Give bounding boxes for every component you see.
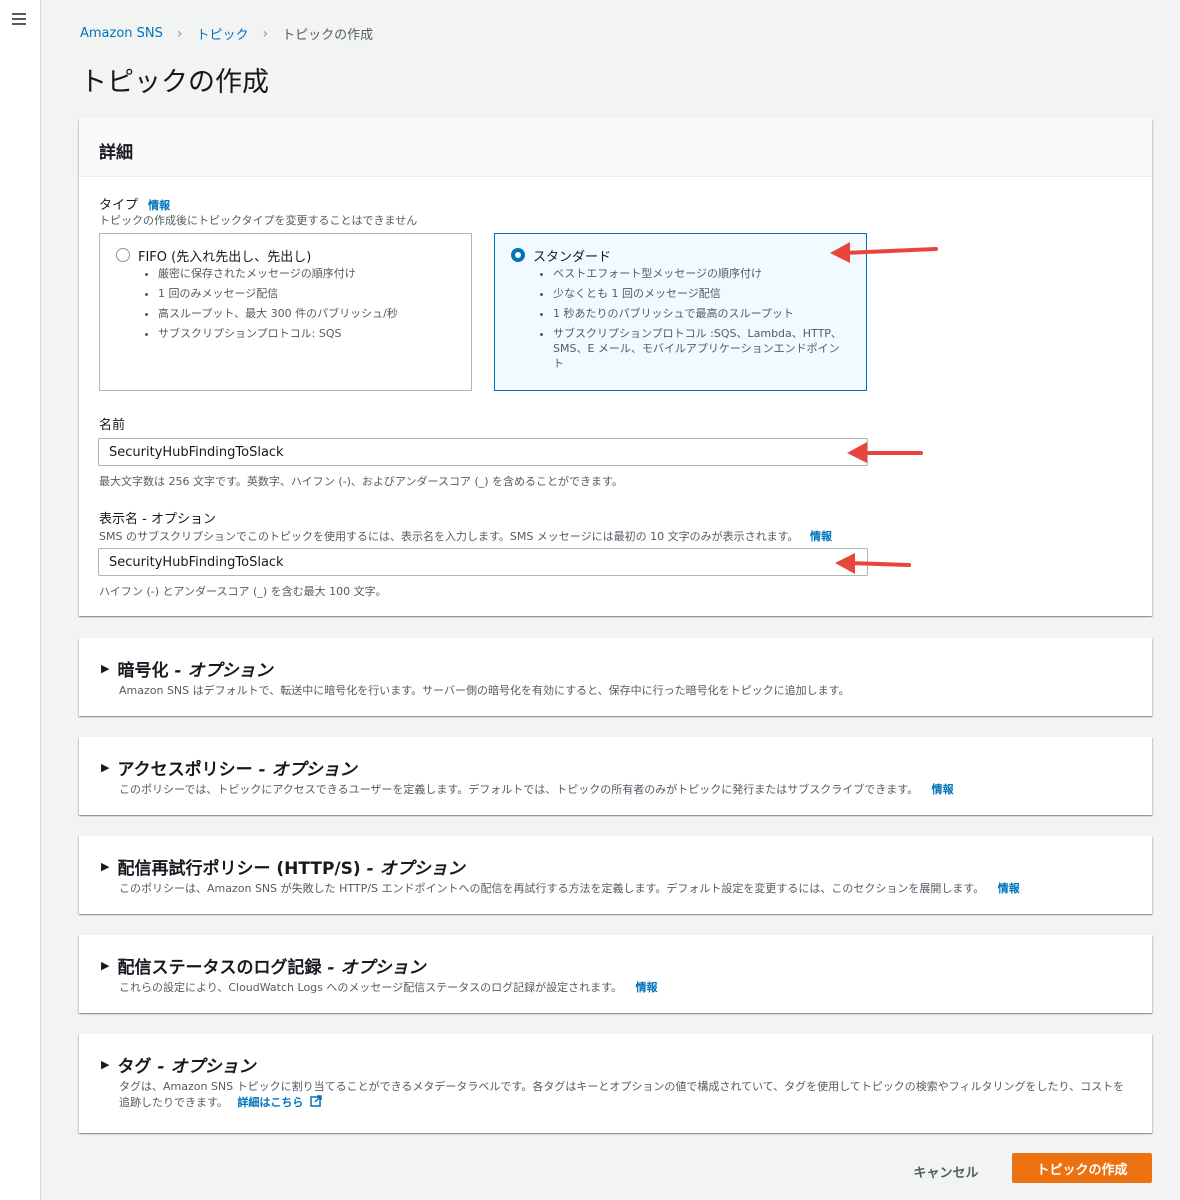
fifo-title: FIFO (先入れ先出し、先出し) (138, 250, 312, 265)
caret-right-icon: ▶ (101, 761, 110, 774)
encryption-section-title[interactable]: ▶ 暗号化 - オプション (101, 656, 272, 681)
access-policy-info-link[interactable]: 情報 (932, 783, 954, 796)
type-info-link[interactable]: 情報 (148, 199, 170, 212)
delivery-retry-info-link[interactable]: 情報 (998, 882, 1020, 895)
delivery-logging-section[interactable]: ▶ 配信ステータスのログ記録 - オプション これらの設定により、CloudWa… (79, 935, 1152, 1013)
tags-section-description: タグは、Amazon SNS トピックに割り当てることができるメタデータラベルで… (119, 1079, 1129, 1111)
standard-option[interactable]: スタンダード ベストエフォート型メッセージの順序付け 少なくとも 1 回のメッセ… (494, 233, 867, 391)
external-link-icon[interactable] (310, 1095, 322, 1107)
type-label-row: タイプ 情報 (99, 194, 170, 213)
access-policy-section-description: このポリシーでは、トピックにアクセスできるユーザーを定義します。デフォルトでは、… (119, 782, 1129, 798)
delivery-logging-info-link[interactable]: 情報 (636, 981, 658, 994)
section-desc-text: このポリシーは、Amazon SNS が失敗した HTTP/S エンドポイントへ… (119, 882, 985, 895)
access-policy-section[interactable]: ▶ アクセスポリシー - オプション このポリシーでは、トピックにアクセスできる… (79, 737, 1152, 815)
annotation-arrow-icon (835, 553, 911, 574)
name-label: 名前 (99, 418, 126, 433)
display-name-hint: ハイフン (-) とアンダースコア (_) を含む最大 100 文字。 (99, 585, 387, 598)
fifo-option[interactable]: FIFO (先入れ先出し、先出し) 厳密に保存されたメッセージの順序付け 1 回… (99, 233, 472, 391)
section-title-text: 配信ステータスのログ記録 (117, 958, 322, 978)
annotation-arrow-icon (847, 442, 923, 463)
details-header: 詳細 (79, 119, 1152, 177)
name-hint: 最大文字数は 256 文字です。英数字、ハイフン (-)、およびアンダースコア … (99, 475, 623, 488)
fifo-radio[interactable] (116, 248, 130, 262)
section-title-text: アクセスポリシー (117, 760, 253, 780)
encryption-section[interactable]: ▶ 暗号化 - オプション Amazon SNS はデフォルトで、転送中に暗号化… (79, 638, 1152, 716)
breadcrumb: Amazon SNS › トピック › トピックの作成 (80, 24, 374, 44)
delivery-retry-section[interactable]: ▶ 配信再試行ポリシー (HTTP/S) - オプション このポリシーは、Ama… (79, 836, 1152, 914)
type-description: トピックの作成後にトピックタイプを変更することはできません (99, 214, 418, 227)
standard-radio[interactable] (511, 248, 525, 262)
section-desc-text: これらの設定により、CloudWatch Logs へのメッセージ配信ステータス… (119, 981, 623, 994)
annotation-arrow-icon (830, 242, 938, 263)
list-item: 高スループット、最大 300 件のパブリッシュ/秒 (158, 306, 448, 321)
delivery-logging-section-description: これらの設定により、CloudWatch Logs へのメッセージ配信ステータス… (119, 980, 1129, 996)
section-desc-text: このポリシーでは、トピックにアクセスできるユーザーを定義します。デフォルトでは、… (119, 783, 919, 796)
caret-right-icon: ▶ (101, 860, 110, 873)
section-title-text: 配信再試行ポリシー (HTTP/S) (117, 859, 361, 879)
standard-title: スタンダード (533, 250, 612, 265)
display-name-description: SMS のサブスクリプションでこのトピックを使用するには、表示名を入力します。S… (99, 528, 832, 544)
section-title-text: タグ (117, 1057, 152, 1077)
section-optional-text: - オプション (327, 958, 426, 978)
tags-section-title[interactable]: ▶ タグ - オプション (101, 1052, 255, 1077)
section-optional-text: - オプション (258, 760, 357, 780)
type-label: タイプ (99, 198, 139, 213)
delivery-retry-section-title[interactable]: ▶ 配信再試行ポリシー (HTTP/S) - オプション (101, 854, 465, 879)
display-name-input[interactable] (98, 548, 868, 576)
display-name-desc-text: SMS のサブスクリプションでこのトピックを使用するには、表示名を入力します。S… (99, 530, 799, 543)
cancel-button[interactable]: キャンセル (900, 1156, 992, 1186)
display-name-label: 表示名 - オプション (99, 512, 216, 527)
list-item: 1 回のみメッセージ配信 (158, 286, 448, 301)
list-item: 厳密に保存されたメッセージの順序付け (158, 266, 448, 281)
list-item: ベストエフォート型メッセージの順序付け (553, 266, 843, 281)
section-optional-text: - オプション (174, 661, 273, 681)
delivery-logging-section-title[interactable]: ▶ 配信ステータスのログ記録 - オプション (101, 953, 425, 978)
section-optional-text: - オプション (366, 859, 465, 879)
delivery-retry-section-description: このポリシーは、Amazon SNS が失敗した HTTP/S エンドポイントへ… (119, 881, 1129, 897)
side-nav-rail (0, 0, 41, 1200)
page-title: トピックの作成 (80, 67, 269, 98)
details-heading: 詳細 (99, 143, 133, 163)
section-title-text: 暗号化 (117, 661, 169, 681)
caret-right-icon: ▶ (101, 959, 110, 972)
breadcrumb-sns[interactable]: Amazon SNS (80, 26, 163, 41)
list-item: サブスクリプションプロトコル: SQS (158, 326, 448, 341)
list-item: 少なくとも 1 回のメッセージ配信 (553, 286, 843, 301)
chevron-right-icon: › (262, 25, 269, 42)
section-optional-text: - オプション (157, 1057, 256, 1077)
display-name-info-link[interactable]: 情報 (810, 530, 832, 543)
breadcrumb-current: トピックの作成 (282, 28, 374, 43)
encryption-section-description: Amazon SNS はデフォルトで、転送中に暗号化を行います。サーバー側の暗号… (119, 684, 850, 697)
list-item: 1 秒あたりのパブリッシュで最高のスループット (553, 306, 843, 321)
learn-more-link[interactable]: 詳細はこちら (237, 1096, 303, 1109)
fifo-features: 厳密に保存されたメッセージの順序付け 1 回のみメッセージ配信 高スループット、… (140, 266, 448, 346)
menu-icon[interactable] (12, 13, 26, 25)
details-panel: 詳細 タイプ 情報 トピックの作成後にトピックタイプを変更することはできません … (79, 119, 1152, 616)
list-item: サブスクリプションプロトコル :SQS、Lambda、HTTP、SMS、E メー… (553, 326, 843, 371)
create-topic-button[interactable]: トピックの作成 (1012, 1153, 1152, 1183)
chevron-right-icon: › (176, 25, 183, 42)
access-policy-section-title[interactable]: ▶ アクセスポリシー - オプション (101, 755, 357, 780)
standard-features: ベストエフォート型メッセージの順序付け 少なくとも 1 回のメッセージ配信 1 … (535, 266, 843, 376)
tags-section[interactable]: ▶ タグ - オプション タグは、Amazon SNS トピックに割り当てること… (79, 1034, 1152, 1133)
breadcrumb-topics[interactable]: トピック (197, 24, 249, 43)
name-input[interactable] (98, 438, 868, 466)
caret-right-icon: ▶ (101, 1058, 110, 1071)
caret-right-icon: ▶ (101, 662, 110, 675)
